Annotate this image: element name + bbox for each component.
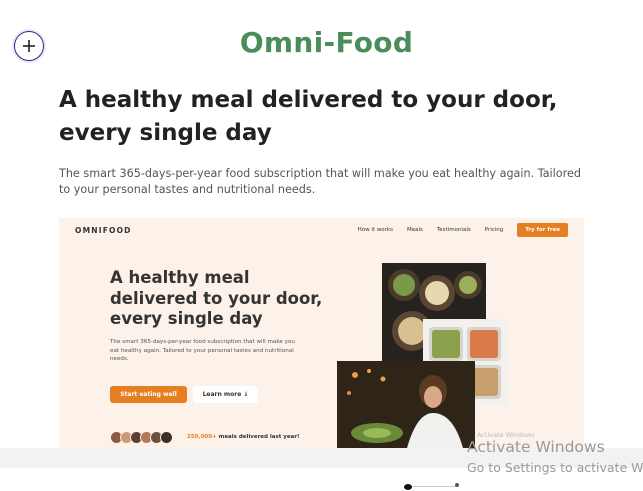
preview-nav-testimonials[interactable]: Testimonials	[437, 227, 471, 233]
windows-activation-watermark: Activate Windows Go to Settings to activ…	[467, 438, 643, 475]
preview-nav-meals[interactable]: Meals	[407, 227, 423, 233]
activate-windows-title: Activate Windows	[467, 438, 605, 456]
carousel-dot[interactable]	[455, 483, 459, 487]
meals-served-text: meals delivered last year!	[218, 434, 300, 440]
carousel-track[interactable]	[408, 486, 458, 487]
preview-nav-how-it-works[interactable]: How it works	[358, 227, 393, 233]
preview-logo: OMNIFOOD	[75, 226, 132, 235]
preview-description: The smart 365-days-per-year food subscri…	[110, 339, 295, 363]
carousel-dot-active[interactable]	[404, 484, 412, 490]
preview-woman-eating-image	[337, 361, 475, 448]
preview-meals-served: 250,000+ meals delivered last year!	[187, 434, 300, 440]
meals-served-number: 250,000+	[187, 434, 217, 440]
preview-try-free-button[interactable]: Try for free	[517, 223, 568, 237]
website-preview: OMNIFOOD How it works Meals Testimonials…	[59, 218, 584, 448]
preview-navbar: OMNIFOOD How it works Meals Testimonials…	[59, 218, 584, 244]
site-title: Omni-Food	[239, 26, 414, 59]
preview-learn-more-button[interactable]: Learn more ↓	[193, 386, 258, 403]
activate-windows-subtitle: Go to Settings to activate W	[467, 460, 643, 475]
preview-nav-pricing[interactable]: Pricing	[485, 227, 504, 233]
hero-description: The smart 365-days-per-year food subscri…	[59, 167, 581, 197]
preview-customer-avatars	[110, 431, 173, 444]
preview-headline: A healthy meal delivered to your door, e…	[110, 268, 323, 329]
hero-headline: A healthy meal delivered to your door, e…	[59, 87, 558, 147]
preview-start-eating-button[interactable]: Start eating well	[110, 386, 187, 403]
avatar	[160, 431, 173, 444]
